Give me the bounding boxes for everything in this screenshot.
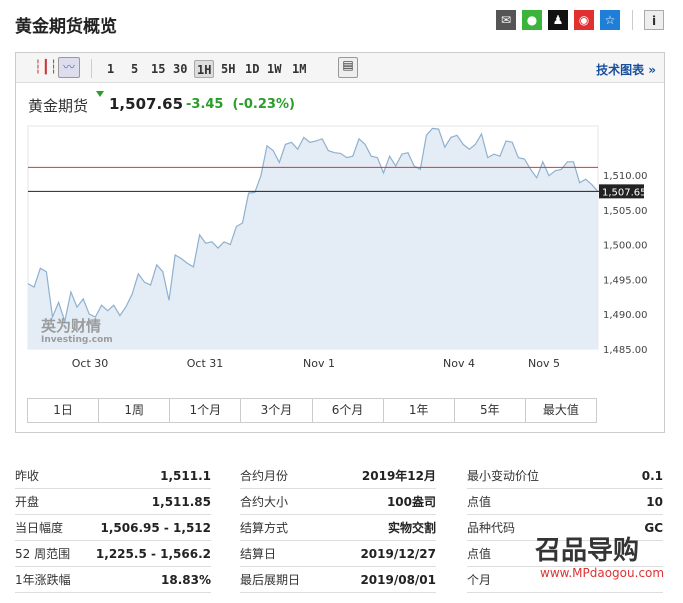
x-tick-label: Oct 30 (72, 357, 109, 370)
info-icon[interactable]: i (644, 10, 664, 30)
info-label: 点值 (467, 495, 492, 509)
info-row: 1年涨跌幅 18.83% (15, 567, 211, 593)
range-button[interactable]: 5年 (455, 399, 526, 422)
info-label: 开盘 (15, 495, 40, 509)
info-value: 0.1 (641, 468, 663, 483)
weibo-icon[interactable]: ◉ (574, 10, 594, 30)
info-row: 当日幅度 1,506.95 - 1,512 (15, 515, 211, 541)
info-row: 开盘 1,511.85 (15, 489, 211, 515)
info-value: 2019/12/27 (360, 546, 436, 561)
info-column: 合约月份 2019年12月合约大小 100盎司结算方式 实物交割结算日 2019/12/… (240, 463, 436, 593)
info-label: 结算日 (240, 547, 277, 561)
price-chart[interactable]: 1,510.00 1,505.00 1,500.00 1,495.00 1,490.00… (16, 53, 664, 393)
info-label: 最小变动价位 (467, 469, 540, 483)
info-label: 最后展期日 (240, 573, 301, 587)
watermark-logo: 召品导购 (535, 536, 640, 566)
info-value: 100盎司 (386, 495, 436, 509)
info-label: 当日幅度 (15, 521, 64, 535)
info-row: 52 周范围 1,225.5 - 1,566.2 (15, 541, 211, 567)
info-value: 2019年12月 (361, 469, 436, 483)
chart-panel: ┆┃┆ 〰 1 5 15 30 1H 5H 1D 1W 1M ▤ 技术图表 » 黄金期货 1,5… (15, 52, 665, 433)
info-row: 最后展期日 2019/08/01 (240, 567, 436, 593)
range-button[interactable]: 3个月 (241, 399, 313, 422)
info-value: 1,511.85 (151, 494, 211, 509)
info-column: 昨收 1,511.1 开盘 1,511.85 当日幅度 1,506.95 - 1,512 5… (15, 463, 211, 593)
y-tick-label: 1,500.00 (603, 241, 648, 252)
x-tick-label: Oct 31 (187, 357, 224, 370)
watermark-investing-en: Investing.com (41, 335, 113, 345)
page-title: 黄金期货概览 (15, 17, 117, 37)
info-row: 合约月份 2019年12月 (240, 463, 436, 489)
info-row: 昨收 1,511.1 (15, 463, 211, 489)
email-icon[interactable]: ✉ (496, 10, 516, 30)
info-value: 1,506.95 - 1,512 (100, 520, 211, 535)
info-label: 1年涨跌幅 (15, 573, 71, 587)
info-label: 品种代码 (467, 521, 516, 535)
info-label: 个月 (467, 573, 492, 587)
info-value: 10 (646, 494, 663, 509)
range-button[interactable]: 1周 (99, 399, 171, 422)
info-row: 结算日 2019/12/27 (240, 541, 436, 567)
y-tick-label: 1,510.00 (603, 171, 648, 182)
y-tick-label: 1,495.00 (603, 275, 648, 286)
y-tick-label: 1,490.00 (603, 310, 648, 321)
divider (632, 10, 633, 30)
range-button[interactable]: 1个月 (170, 399, 242, 422)
info-value: 实物交割 (387, 521, 436, 535)
x-tick-label: Nov 1 (303, 357, 335, 370)
range-button[interactable]: 6个月 (313, 399, 384, 422)
info-label: 结算方式 (240, 521, 289, 535)
info-row: 最小变动价位 0.1 (467, 463, 663, 489)
watermark-url: www.MPdaogou.com (540, 566, 665, 580)
info-value: 1,225.5 - 1,566.2 (95, 546, 211, 561)
y-tick-label: 1,485.00 (603, 345, 648, 356)
x-tick-label: Nov 4 (443, 357, 475, 370)
info-label: 52 周范围 (15, 547, 71, 561)
info-row: 点值 10 (467, 489, 663, 515)
info-label: 合约月份 (240, 469, 289, 483)
range-selector: 1日 1周 1个月 3个月 6个月 1年 5年 最大值 (27, 398, 597, 423)
info-label: 昨收 (15, 469, 40, 483)
info-value: 2019/08/01 (360, 572, 436, 587)
range-button[interactable]: 1日 (28, 399, 100, 422)
info-value: GC (644, 520, 663, 535)
info-label: 合约大小 (240, 495, 289, 509)
info-value: 18.83% (161, 572, 211, 587)
info-value: 1,511.1 (160, 468, 211, 483)
info-label: 点值 (467, 547, 492, 561)
range-button[interactable]: 1年 (384, 399, 455, 422)
x-tick-label: Nov 5 (528, 357, 560, 370)
favorite-icon[interactable]: ☆ (600, 10, 620, 30)
y-tick-label: 1,505.00 (603, 206, 648, 217)
qq-icon[interactable]: ♟ (548, 10, 568, 30)
info-row: 合约大小 100盎司 (240, 489, 436, 515)
info-row: 结算方式 实物交割 (240, 515, 436, 541)
wechat-icon[interactable]: ● (522, 10, 542, 30)
last-price-label: 1,507.65 (602, 187, 647, 198)
range-button[interactable]: 最大值 (526, 399, 596, 422)
watermark-investing: 英为财情 (41, 317, 101, 335)
